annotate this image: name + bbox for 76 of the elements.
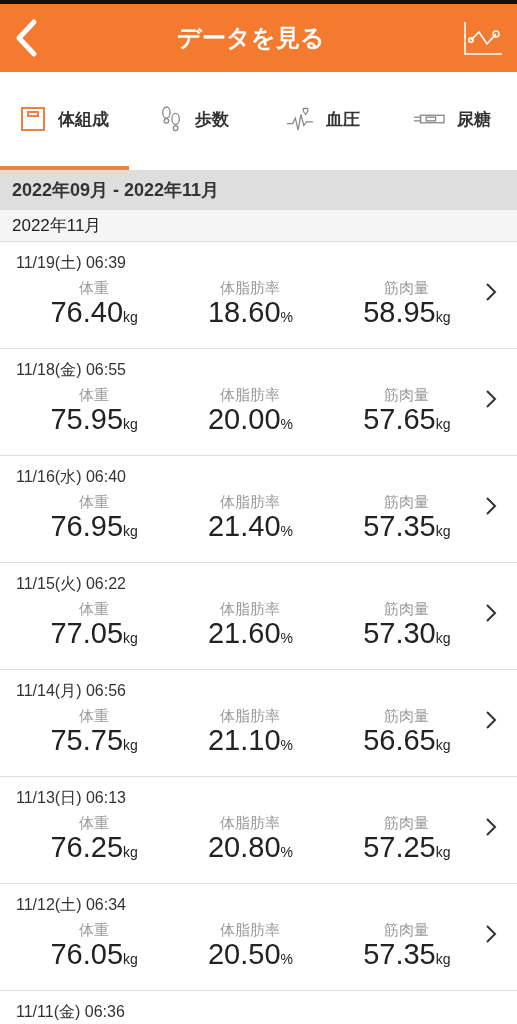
record-row[interactable]: 11/16(水) 06:40 体重 76.95kg 体脂肪率 21.40% 筋肉量 57.35kg [0,456,517,563]
metric-value: 57.65kg [363,403,451,436]
metric-label: 体重 [79,494,110,511]
record-row[interactable]: 11/15(火) 06:22 体重 77.05kg 体脂肪率 21.60% 筋肉量 57.30kg [0,563,517,670]
metric-label: 体脂肪率 [220,494,281,511]
record-datetime: 11/14(月) 06:56 [16,681,126,701]
chevron-right-icon [485,282,497,302]
record-datetime: 11/19(土) 06:39 [16,253,126,273]
record-datetime: 11/15(火) 06:22 [16,574,126,594]
metric-value: 75.75kg [50,724,138,757]
metric-value: 57.25kg [363,831,451,864]
record-row[interactable]: 11/18(金) 06:55 体重 75.95kg 体脂肪率 20.00% 筋肉量 57.65kg [0,349,517,456]
metric-value: 76.95kg [50,510,138,543]
record-row[interactable]: 11/13(日) 06:13 体重 76.25kg 体脂肪率 20.80% 筋肉量 57.25kg [0,777,517,884]
scale-icon [20,106,47,132]
record-datetime: 11/16(水) 06:40 [16,467,126,487]
metric-value: 20.00% [207,403,293,436]
metric-value: 58.95kg [363,296,451,329]
metric-value: 21.40% [207,510,293,543]
line-graph-icon[interactable] [463,20,503,56]
metric-label: 体脂肪率 [220,922,281,939]
metric-label: 体重 [79,387,110,404]
metric-value: 56.65kg [363,724,451,757]
metric-value: 77.05kg [50,617,138,650]
period-header: 2022年09月 - 2022年11月 [0,170,517,210]
metric-label: 体重 [79,922,110,939]
metric-value: 57.35kg [363,938,451,971]
record-datetime: 11/12(土) 06:34 [16,895,126,915]
metric-value: 57.35kg [363,510,451,543]
record-datetime: 11/13(日) 06:13 [16,788,126,808]
metric-label: 筋肉量 [384,922,430,939]
test-strip-icon [413,112,446,126]
metric-value: 76.25kg [50,831,138,864]
metric-label: 体脂肪率 [220,387,281,404]
month-header: 2022年11月 [0,210,517,242]
metric-value: 76.05kg [50,938,138,971]
metric-value: 57.30kg [363,617,451,650]
metric-label: 筋肉量 [384,708,430,725]
metric-label: 体脂肪率 [220,815,281,832]
metric-label: 筋肉量 [384,601,430,618]
metric-value: 18.60% [207,296,293,329]
tab[interactable]: 血圧 [258,72,388,170]
heartbeat-icon [286,105,315,133]
chevron-right-icon [485,496,497,516]
chevron-right-icon [485,603,497,623]
record-row[interactable]: 11/12(土) 06:34 体重 76.05kg 体脂肪率 20.50% 筋肉量 57.35kg [0,884,517,991]
tab[interactable]: 尿糖 [387,72,517,170]
metric-label: 体脂肪率 [220,601,281,618]
metric-label: 体重 [79,708,110,725]
record-datetime: 11/18(金) 06:55 [16,360,126,380]
screen-title: データを見る [176,23,325,53]
metric-value: 20.80% [207,831,293,864]
metric-value: 21.10% [207,724,293,757]
metric-label: 筋肉量 [384,494,430,511]
metric-label: 筋肉量 [384,280,430,297]
metric-label: 体重 [79,280,110,297]
chevron-right-icon [485,817,497,837]
record-datetime: 11/11(金) 06:36 [16,1002,125,1022]
metric-value: 20.50% [207,938,293,971]
metric-label: 体重 [79,601,110,618]
metric-label: 体脂肪率 [220,280,281,297]
metric-label: 筋肉量 [384,387,430,404]
record-row[interactable]: 11/19(土) 06:39 体重 76.40kg 体脂肪率 18.60% 筋肉量 58.95kg [0,242,517,349]
back-icon[interactable] [14,18,38,58]
chevron-right-icon [485,710,497,730]
metric-label: 筋肉量 [384,815,430,832]
chevron-right-icon [485,924,497,944]
tab[interactable]: 歩数 [129,72,259,170]
record-row[interactable]: 11/14(月) 06:56 体重 75.75kg 体脂肪率 21.10% 筋肉量 56.65kg [0,670,517,777]
metric-value: 76.40kg [50,296,138,329]
metric-value: 75.95kg [50,403,138,436]
metric-value: 21.60% [207,617,293,650]
chevron-right-icon [485,389,497,409]
metric-label: 体重 [79,815,110,832]
record-row[interactable]: 11/11(金) 06:36 [0,991,517,1024]
metric-label: 体脂肪率 [220,708,281,725]
